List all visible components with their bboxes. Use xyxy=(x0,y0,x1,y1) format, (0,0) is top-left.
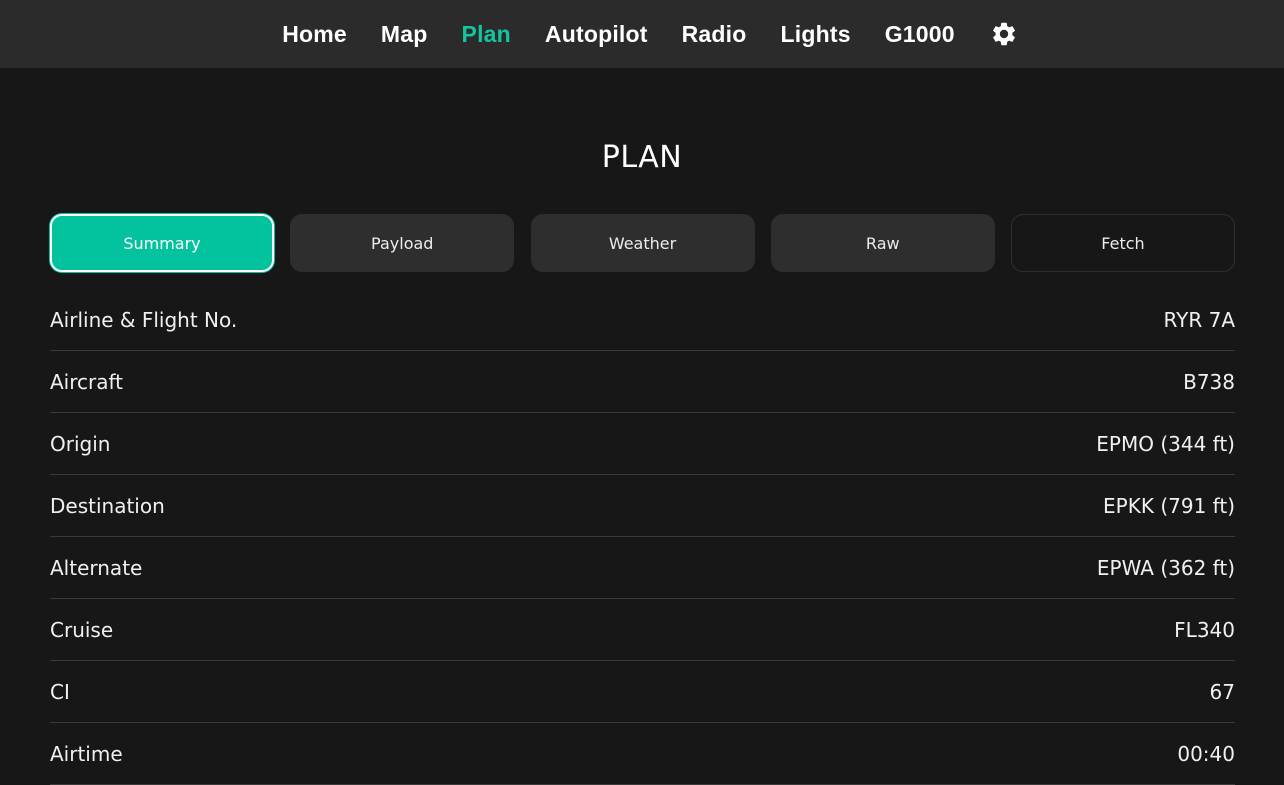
row-value: RYR 7A xyxy=(1163,307,1236,332)
row-label: Destination xyxy=(50,493,165,518)
row-label: Alternate xyxy=(50,555,143,580)
summary-row-alternate: Alternate EPWA (362 ft) xyxy=(50,537,1235,599)
row-value: EPWA (362 ft) xyxy=(1096,555,1235,580)
nav-lights[interactable]: Lights xyxy=(781,21,851,48)
summary-row-aircraft: Aircraft B738 xyxy=(50,351,1235,413)
nav-map[interactable]: Map xyxy=(381,21,428,48)
nav-home[interactable]: Home xyxy=(282,21,347,48)
row-value: EPKK (791 ft) xyxy=(1103,493,1235,518)
summary-row-origin: Origin EPMO (344 ft) xyxy=(50,413,1235,475)
top-navigation-bar: Home Map Plan Autopilot Radio Lights G10… xyxy=(0,0,1284,68)
tab-raw[interactable]: Raw xyxy=(770,214,995,272)
summary-row-airtime: Airtime 00:40 xyxy=(50,723,1235,785)
tab-weather[interactable]: Weather xyxy=(530,214,755,272)
row-label: CI xyxy=(50,679,70,704)
row-label: Origin xyxy=(50,431,111,456)
row-label: Airtime xyxy=(50,741,123,766)
summary-row-flight: Airline & Flight No. RYR 7A xyxy=(50,289,1235,351)
row-value: 00:40 xyxy=(1177,741,1235,766)
summary-row-ci: CI 67 xyxy=(50,661,1235,723)
row-label: Aircraft xyxy=(50,369,124,394)
fetch-button[interactable]: Fetch xyxy=(1011,214,1235,272)
page-title: PLAN xyxy=(601,140,683,175)
row-value: FL340 xyxy=(1174,617,1235,642)
summary-row-cruise: Cruise FL340 xyxy=(50,599,1235,661)
nav-plan[interactable]: Plan xyxy=(462,21,511,48)
row-label: Cruise xyxy=(50,617,114,642)
nav-autopilot[interactable]: Autopilot xyxy=(545,21,648,48)
row-value: B738 xyxy=(1183,369,1235,394)
row-value: EPMO (344 ft) xyxy=(1096,431,1235,456)
row-label: Airline & Flight No. xyxy=(50,307,238,332)
nav-radio[interactable]: Radio xyxy=(682,21,747,48)
tab-payload[interactable]: Payload xyxy=(290,214,515,272)
summary-row-destination: Destination EPKK (791 ft) xyxy=(50,475,1235,537)
plan-tabs: Summary Payload Weather Raw Fetch xyxy=(50,214,1235,272)
tab-summary[interactable]: Summary xyxy=(50,214,274,272)
row-value: 67 xyxy=(1209,679,1235,704)
gear-icon[interactable] xyxy=(989,19,1019,49)
summary-list: Airline & Flight No. RYR 7A Aircraft B73… xyxy=(50,289,1235,785)
nav-g1000[interactable]: G1000 xyxy=(885,21,955,48)
